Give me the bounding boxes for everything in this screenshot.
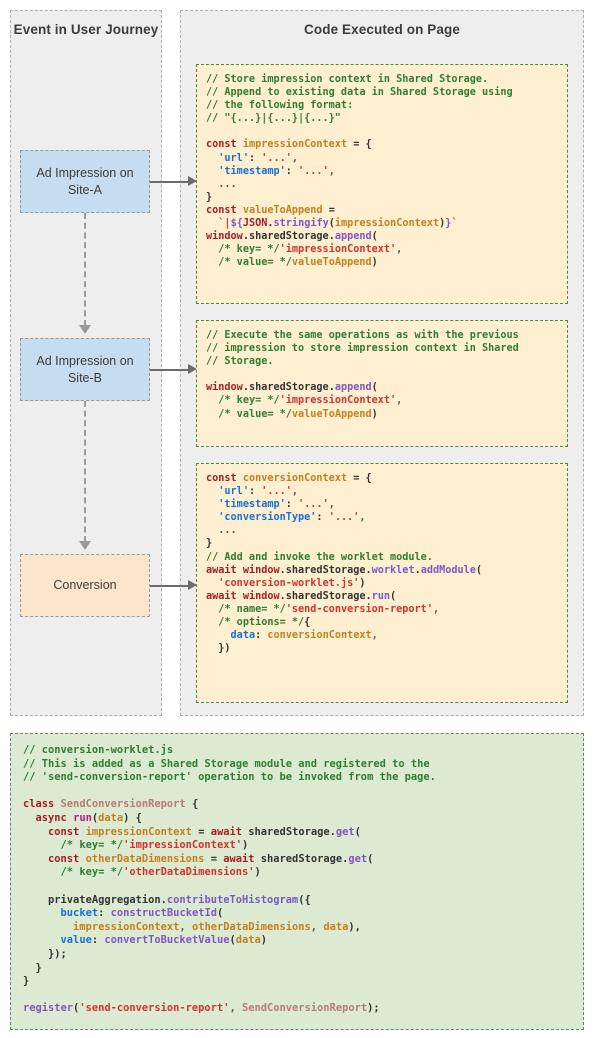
right-panel-title: Code Executed on Page [304, 22, 460, 37]
code-text: // Execute the same operations as with t… [206, 330, 519, 420]
connector-line-site-a-to-site-b [84, 213, 86, 326]
connector-arrowhead-site-a-to-site-b [79, 325, 91, 334]
code-block-impression-site-a: // Store impression context in Shared St… [196, 64, 568, 304]
diagram-root: Event in User Journey Ad Impression on S… [0, 0, 594, 1038]
arrow-line-site-b-to-code [150, 369, 190, 371]
journey-box-conversion[interactable]: Conversion [20, 554, 150, 617]
code-text: const conversionContext = { 'url': '...'… [206, 473, 483, 655]
connector-arrowhead-site-b-to-conversion [79, 541, 91, 550]
code-block-conversion: const conversionContext = { 'url': '...'… [196, 463, 568, 703]
code-block-conversion-worklet: // conversion-worklet.js // This is adde… [10, 733, 584, 1030]
journey-box-label: Ad Impression on Site-A [36, 165, 134, 197]
journey-box-ad-impression-site-b[interactable]: Ad Impression on Site-B [20, 338, 150, 401]
code-block-impression-site-b: // Execute the same operations as with t… [196, 320, 568, 447]
connector-line-site-b-to-conversion [84, 401, 86, 542]
journey-box-label: Ad Impression on Site-B [36, 353, 134, 385]
left-panel-title: Event in User Journey [13, 22, 159, 37]
arrow-line-site-a-to-code [150, 181, 190, 183]
code-text: // Store impression context in Shared St… [206, 74, 513, 269]
code-text: // conversion-worklet.js // This is adde… [23, 744, 436, 1015]
journey-box-label: Conversion [53, 578, 117, 593]
arrow-line-conversion-to-code [150, 585, 190, 587]
journey-box-ad-impression-site-a[interactable]: Ad Impression on Site-A [20, 150, 150, 213]
